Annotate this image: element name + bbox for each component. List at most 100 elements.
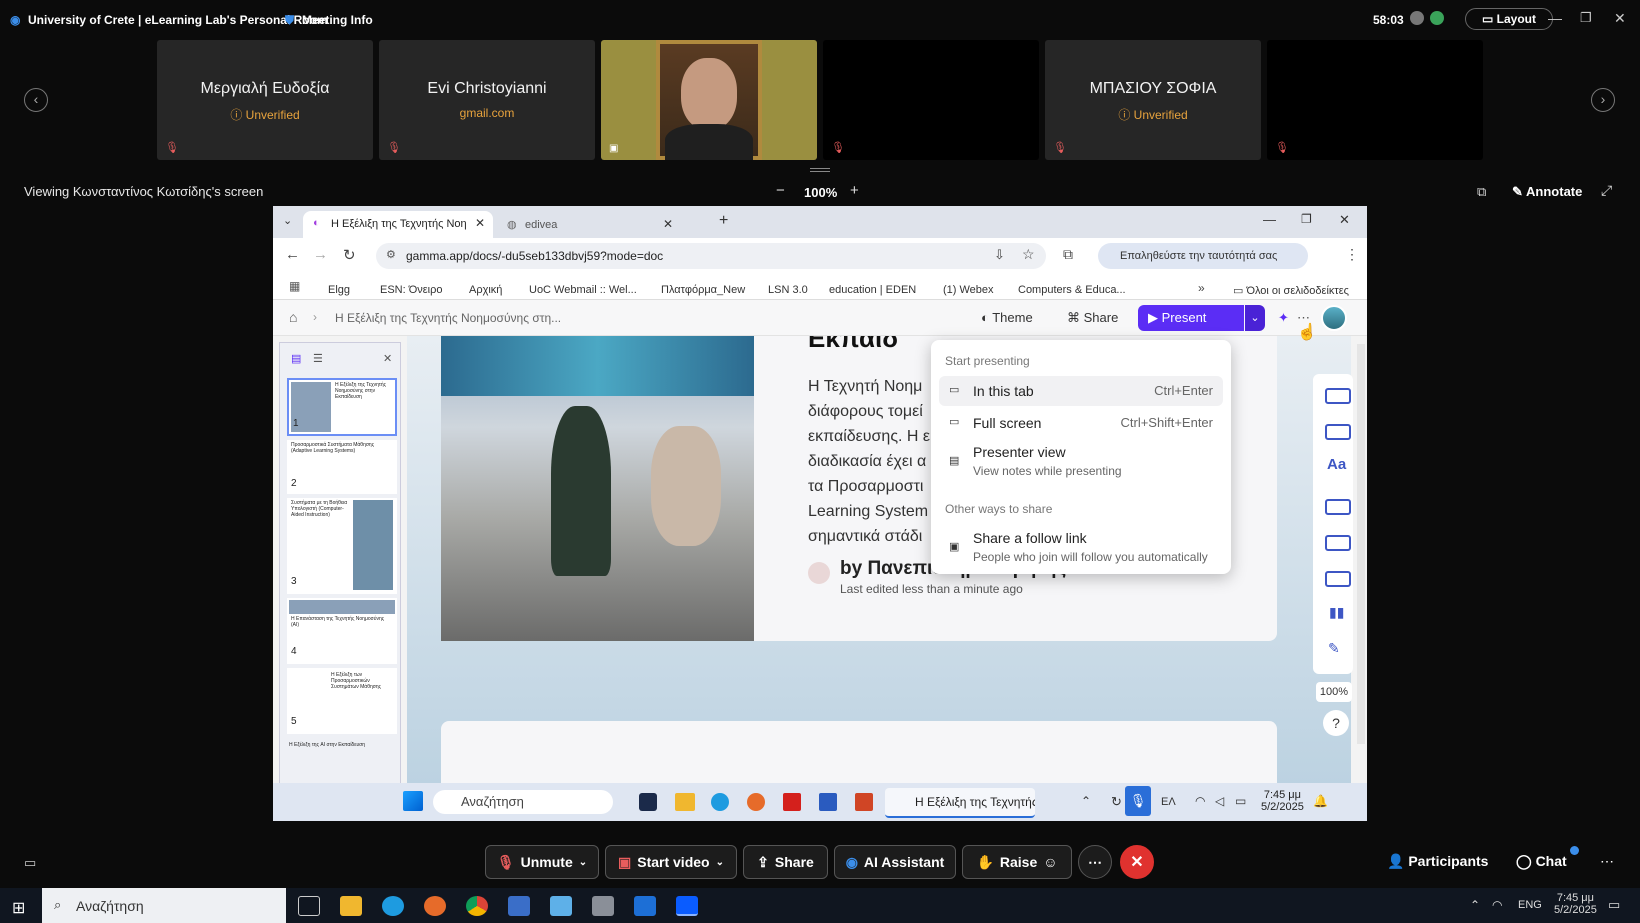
back-icon[interactable]: ←: [285, 246, 300, 263]
next-participants-icon[interactable]: ›: [1591, 88, 1615, 112]
menu-item-full-screen[interactable]: ▭ Full screen Ctrl+Shift+Enter: [939, 408, 1223, 438]
present-button[interactable]: ▶ Present: [1138, 305, 1244, 331]
sync-icon[interactable]: ↻: [1111, 794, 1122, 810]
menu-item-in-tab[interactable]: ▭ In this tab Ctrl+Enter: [939, 376, 1223, 406]
participants-button[interactable]: 👤 Participants: [1387, 853, 1488, 870]
reload-icon[interactable]: ↻: [343, 246, 356, 264]
chrome-icon[interactable]: [466, 896, 488, 916]
app-icon[interactable]: [550, 896, 572, 916]
notification-center-icon[interactable]: ▭: [1608, 897, 1620, 913]
layout-button[interactable]: ▭ Layout: [1465, 8, 1553, 30]
thumbnail-card[interactable]: Προσαρμοστικά Συστήματα Μάθησης (Adaptiv…: [287, 440, 397, 494]
browser-menu-icon[interactable]: ⋮: [1345, 246, 1359, 263]
menu-item-follow-link[interactable]: ▣ Share a follow link People who join wi…: [939, 526, 1223, 570]
bookmark-link[interactable]: education | EDEN: [829, 284, 916, 296]
chrome-task-button[interactable]: Η Εξέλιξη της Τεχνητής: [885, 788, 1035, 818]
tab-inactive[interactable]: ◍ edivea ✕: [495, 211, 681, 238]
resize-handle[interactable]: [810, 168, 830, 172]
bookmark-link[interactable]: Αρχική: [469, 284, 502, 296]
bookmark-link[interactable]: (1) Webex: [943, 284, 994, 296]
ai-sparkle-icon[interactable]: ✦: [1278, 310, 1289, 326]
fullscreen-icon[interactable]: ⤢: [1601, 182, 1612, 199]
scrollbar[interactable]: [1357, 344, 1365, 744]
windows-start-icon[interactable]: ⊞: [12, 898, 25, 918]
task-view-icon[interactable]: [298, 896, 320, 916]
home-icon[interactable]: ⌂: [289, 309, 297, 325]
address-bar[interactable]: ⚙ gamma.app/docs/-du5seb133dbvj59?mode=d…: [376, 243, 1046, 269]
apps-grid-icon[interactable]: ▦: [289, 279, 300, 293]
participant-tile[interactable]: Evi Christoyianni gmail.com 🎙: [379, 40, 595, 160]
zoom-in-icon[interactable]: +: [850, 182, 859, 199]
bookmark-link[interactable]: Elgg: [328, 284, 350, 296]
card-view-icon[interactable]: ▤: [291, 352, 301, 365]
thumbnail-card[interactable]: Η Επανάσταση της Τεχνητής Νοημοσύνης (AI…: [287, 598, 397, 664]
chart-icon[interactable]: ▮▮: [1329, 604, 1344, 621]
list-view-icon[interactable]: ☰: [313, 352, 323, 365]
inner-lang[interactable]: ΕΛ: [1161, 796, 1176, 808]
leave-meeting-button[interactable]: ✕: [1120, 845, 1154, 879]
close-icon[interactable]: ✕: [1614, 10, 1626, 27]
zoom-out-icon[interactable]: −: [776, 182, 785, 199]
participant-video-tile[interactable]: ▣: [601, 40, 817, 160]
share-doc-button[interactable]: ⌘ Share: [1067, 310, 1118, 326]
thumbnail-card[interactable]: Συστήματα με τη Βοήθεια Υπολογιστή (Comp…: [287, 498, 397, 594]
mic-icon[interactable]: 🎙: [1125, 786, 1151, 816]
menu-item-presenter-view[interactable]: ▤ Presenter view View notes while presen…: [939, 440, 1223, 484]
bookmark-link[interactable]: UoC Webmail :: Wel...: [529, 284, 637, 296]
windows-start-icon[interactable]: [403, 791, 423, 811]
participant-tile[interactable]: ΜΠΑΣΙΟΥ ΣΟΦΙΑ ⓘ Unverified 🎙: [1045, 40, 1261, 160]
present-dropdown-icon[interactable]: ⌄: [1245, 305, 1265, 331]
edit-icon[interactable]: ✎: [1328, 640, 1340, 657]
browser-close-icon[interactable]: ✕: [1339, 212, 1350, 228]
chevron-up-icon[interactable]: ⌃: [1470, 898, 1480, 912]
volume-icon[interactable]: ◁: [1215, 794, 1224, 808]
embed-icon[interactable]: [1325, 571, 1351, 587]
annotate-button[interactable]: ✎ Annotate: [1512, 184, 1582, 200]
edge-icon[interactable]: [382, 896, 404, 916]
chevron-down-icon[interactable]: ⌄: [716, 857, 724, 868]
user-avatar[interactable]: [1321, 305, 1347, 331]
chat-button[interactable]: ◯ Chat: [1516, 853, 1567, 870]
chevron-up-icon[interactable]: ⌃: [1081, 794, 1091, 808]
os-lang[interactable]: ENG: [1518, 899, 1542, 911]
bookmark-link[interactable]: Computers & Educa...: [1018, 284, 1126, 296]
inner-search-box[interactable]: Αναζήτηση: [433, 790, 613, 814]
participant-tile[interactable]: Μεργιαλή Ευδοξία ⓘ Unverified 🎙: [157, 40, 373, 160]
doc-zoom[interactable]: 100%: [1316, 682, 1352, 702]
add-card-icon[interactable]: [1325, 388, 1351, 404]
more-options-button[interactable]: ⋯: [1078, 845, 1112, 879]
notification-icon[interactable]: 🔔: [1313, 794, 1328, 808]
profile-button[interactable]: Επαληθεύστε την ταυτότητά σας: [1098, 243, 1308, 269]
extensions-icon[interactable]: ⧉: [1063, 246, 1073, 263]
popout-icon[interactable]: ⧉: [1477, 184, 1486, 200]
raise-hand-button[interactable]: ✋ Raise ☺: [962, 845, 1072, 879]
install-app-icon[interactable]: ⇩: [994, 247, 1005, 263]
bookmark-link[interactable]: Πλατφόρμα_New: [661, 284, 745, 296]
image-icon[interactable]: [1325, 499, 1351, 515]
edge-icon[interactable]: [711, 793, 729, 811]
file-explorer-icon[interactable]: [340, 896, 362, 916]
help-button[interactable]: ?: [1323, 710, 1349, 736]
text-style-icon[interactable]: Aa: [1327, 456, 1346, 473]
restore-icon[interactable]: ❐: [1580, 10, 1592, 26]
chevron-down-icon[interactable]: ⌄: [579, 857, 587, 868]
layout-card-icon[interactable]: [1325, 424, 1351, 440]
more-bookmarks-icon[interactable]: »: [1198, 281, 1205, 295]
store-icon[interactable]: [508, 896, 530, 916]
participant-tile[interactable]: 🎙: [1267, 40, 1483, 160]
new-tab-icon[interactable]: +: [719, 212, 728, 230]
reactions-icon[interactable]: ☺: [1043, 854, 1057, 870]
file-explorer-icon[interactable]: [675, 793, 695, 811]
browser-minimize-icon[interactable]: —: [1263, 212, 1276, 227]
bookmark-link[interactable]: ESN: Όνειρο: [380, 284, 442, 296]
word-icon[interactable]: [819, 793, 837, 811]
minimize-icon[interactable]: —: [1548, 10, 1562, 26]
browser-maximize-icon[interactable]: ❐: [1301, 212, 1312, 226]
doc-breadcrumb[interactable]: Η Εξέλιξη της Τεχνητής Νοημοσύνης στη...: [335, 311, 561, 325]
firefox-icon[interactable]: [747, 793, 765, 811]
acrobat-icon[interactable]: [783, 793, 801, 811]
prev-participants-icon[interactable]: ‹: [24, 88, 48, 112]
start-video-button[interactable]: ▣ Start video ⌄: [605, 845, 737, 879]
ai-assistant-button[interactable]: ◉ AI Assistant: [834, 845, 956, 879]
meeting-info-button[interactable]: Meeting Info: [302, 13, 373, 27]
